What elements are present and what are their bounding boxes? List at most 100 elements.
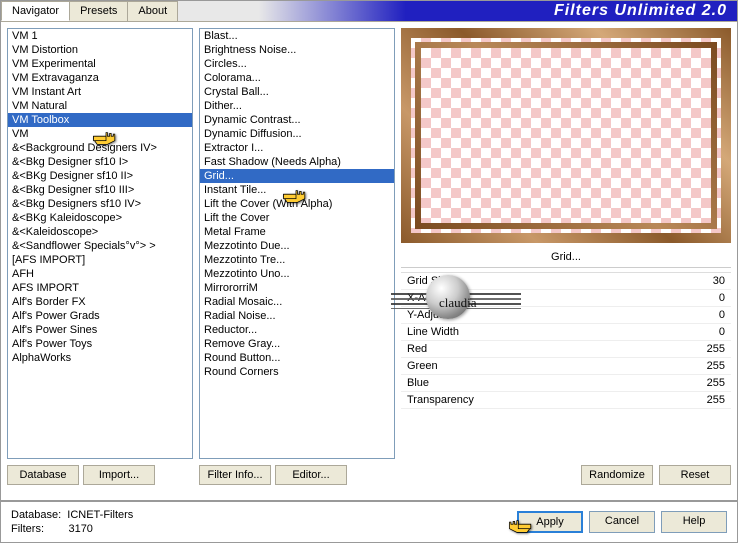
filter-item[interactable]: Circles... [200,57,394,71]
category-item[interactable]: &<Background Designers IV> [8,141,192,155]
param-value: 0 [719,326,725,338]
filter-item[interactable]: Round Button... [200,351,394,365]
category-listbox[interactable]: VM 1VM DistortionVM ExperimentalVM Extra… [7,28,193,459]
param-name: Line Width [407,326,459,338]
db-label: Database: [11,509,61,521]
param-row[interactable]: Green 255 [401,358,731,375]
category-item[interactable]: Alf's Power Sines [8,323,192,337]
filter-item[interactable]: Fast Shadow (Needs Alpha) [200,155,394,169]
tab-strip: Navigator Presets About [1,1,177,21]
param-row[interactable]: Y-Adjust 0 [401,307,731,324]
db-value: ICNET-Filters [67,509,133,521]
param-name: Y-Adjust [407,309,448,321]
param-value: 0 [719,292,725,304]
filter-item[interactable]: Metal Frame [200,225,394,239]
filter-item[interactable]: Mezzotinto Uno... [200,267,394,281]
category-item[interactable]: VM Distortion [8,43,192,57]
tab-about[interactable]: About [127,1,178,21]
filter-item[interactable]: Crystal Ball... [200,85,394,99]
filter-item[interactable]: Extractor I... [200,141,394,155]
param-row[interactable]: Transparency 255 [401,392,731,409]
randomize-button[interactable]: Randomize [581,465,653,485]
filter-item[interactable]: Instant Tile... [200,183,394,197]
database-button[interactable]: Database [7,465,79,485]
help-button[interactable]: Help [661,511,727,533]
filter-column: Blast...Brightness Noise...Circles...Col… [199,28,395,485]
param-name: Blue [407,377,429,389]
category-item[interactable]: &<Kaleidoscope> [8,225,192,239]
category-item[interactable]: AFH [8,267,192,281]
param-row[interactable]: Red255 [401,341,731,358]
category-item[interactable]: [AFS IMPORT] [8,253,192,267]
cancel-button[interactable]: Cancel [589,511,655,533]
filter-item[interactable]: Mezzotinto Tre... [200,253,394,267]
category-item[interactable]: &<BKg Kaleidoscope> [8,211,192,225]
filter-item[interactable]: Remove Gray... [200,337,394,351]
filter-item[interactable]: Radial Noise... [200,309,394,323]
apply-button[interactable]: Apply [517,511,583,533]
preview-column: Grid... Grid Size30X-Adjust0Y-Adjust0Lin… [401,28,731,485]
param-name: X-Adjust [407,292,449,304]
filter-item[interactable]: MirrororriM [200,281,394,295]
filter-item[interactable]: Grid... [200,169,394,183]
param-value: 255 [707,343,725,355]
category-item[interactable]: &<BKg Designer sf10 II> [8,169,192,183]
param-row[interactable]: Line Width 0 [401,324,731,341]
param-row[interactable]: Blue 255 [401,375,731,392]
filter-item[interactable]: Dynamic Diffusion... [200,127,394,141]
param-row[interactable]: X-Adjust 0 [401,290,731,307]
category-item[interactable]: VM Toolbox [8,113,192,127]
filter-item[interactable]: Lift the Cover [200,211,394,225]
filter-item[interactable]: Mezzotinto Due... [200,239,394,253]
filterinfo-button[interactable]: Filter Info... [199,465,271,485]
filters-count-value: 3170 [68,523,92,535]
filter-item[interactable]: Lift the Cover (With Alpha) [200,197,394,211]
preview-image [401,28,731,243]
reset-button[interactable]: Reset [659,465,731,485]
category-column: VM 1VM DistortionVM ExperimentalVM Extra… [7,28,193,485]
category-item[interactable]: &<Bkg Designer sf10 III> [8,183,192,197]
category-item[interactable]: Alf's Border FX [8,295,192,309]
footer-bar: Database: ICNET-Filters Filters: 3170 Ap… [1,500,737,542]
filters-count-label: Filters: [11,523,44,535]
param-value: 255 [707,394,725,406]
param-name: Grid Size [407,275,452,287]
app-title: Filters Unlimited 2.0 [554,2,727,20]
filter-item[interactable]: Brightness Noise... [200,43,394,57]
category-item[interactable]: VM 1 [8,29,192,43]
category-item[interactable]: AlphaWorks [8,351,192,365]
editor-button[interactable]: Editor... [275,465,347,485]
param-row[interactable]: Grid Size 30 [401,273,731,290]
tab-navigator[interactable]: Navigator [1,1,70,21]
filter-listbox[interactable]: Blast...Brightness Noise...Circles...Col… [199,28,395,459]
param-value: 0 [719,309,725,321]
import-button[interactable]: Import... [83,465,155,485]
param-name: Transparency [407,394,474,406]
current-filter-label: Grid... [401,243,731,268]
filter-item[interactable]: Dynamic Contrast... [200,113,394,127]
param-value: 255 [707,377,725,389]
category-item[interactable]: Alf's Power Toys [8,337,192,351]
category-item[interactable]: &<Bkg Designer sf10 I> [8,155,192,169]
category-item[interactable]: AFS IMPORT [8,281,192,295]
category-item[interactable]: VM Instant Art [8,85,192,99]
filter-item[interactable]: Reductor... [200,323,394,337]
filter-item[interactable]: Dither... [200,99,394,113]
filter-item[interactable]: Round Corners [200,365,394,379]
filter-item[interactable]: Radial Mosaic... [200,295,394,309]
category-item[interactable]: VM Experimental [8,57,192,71]
category-item[interactable]: &<Bkg Designers sf10 IV> [8,197,192,211]
category-item[interactable]: VM Extravaganza [8,71,192,85]
param-value: 255 [707,360,725,372]
main-panel: VM 1VM DistortionVM ExperimentalVM Extra… [1,21,737,491]
category-item[interactable]: VM Natural [8,99,192,113]
tab-presets[interactable]: Presets [69,1,128,21]
param-value: 30 [713,275,725,287]
filter-item[interactable]: Blast... [200,29,394,43]
category-item[interactable]: &<Sandflower Specials°v°> > [8,239,192,253]
category-item[interactable]: VM [8,127,192,141]
parameter-list[interactable]: Grid Size 30 X-Adjust 0 Y-Adjust 0 Line Width 0… [401,272,731,459]
param-name: Green [407,360,438,372]
category-item[interactable]: Alf's Power Grads [8,309,192,323]
filter-item[interactable]: Colorama... [200,71,394,85]
